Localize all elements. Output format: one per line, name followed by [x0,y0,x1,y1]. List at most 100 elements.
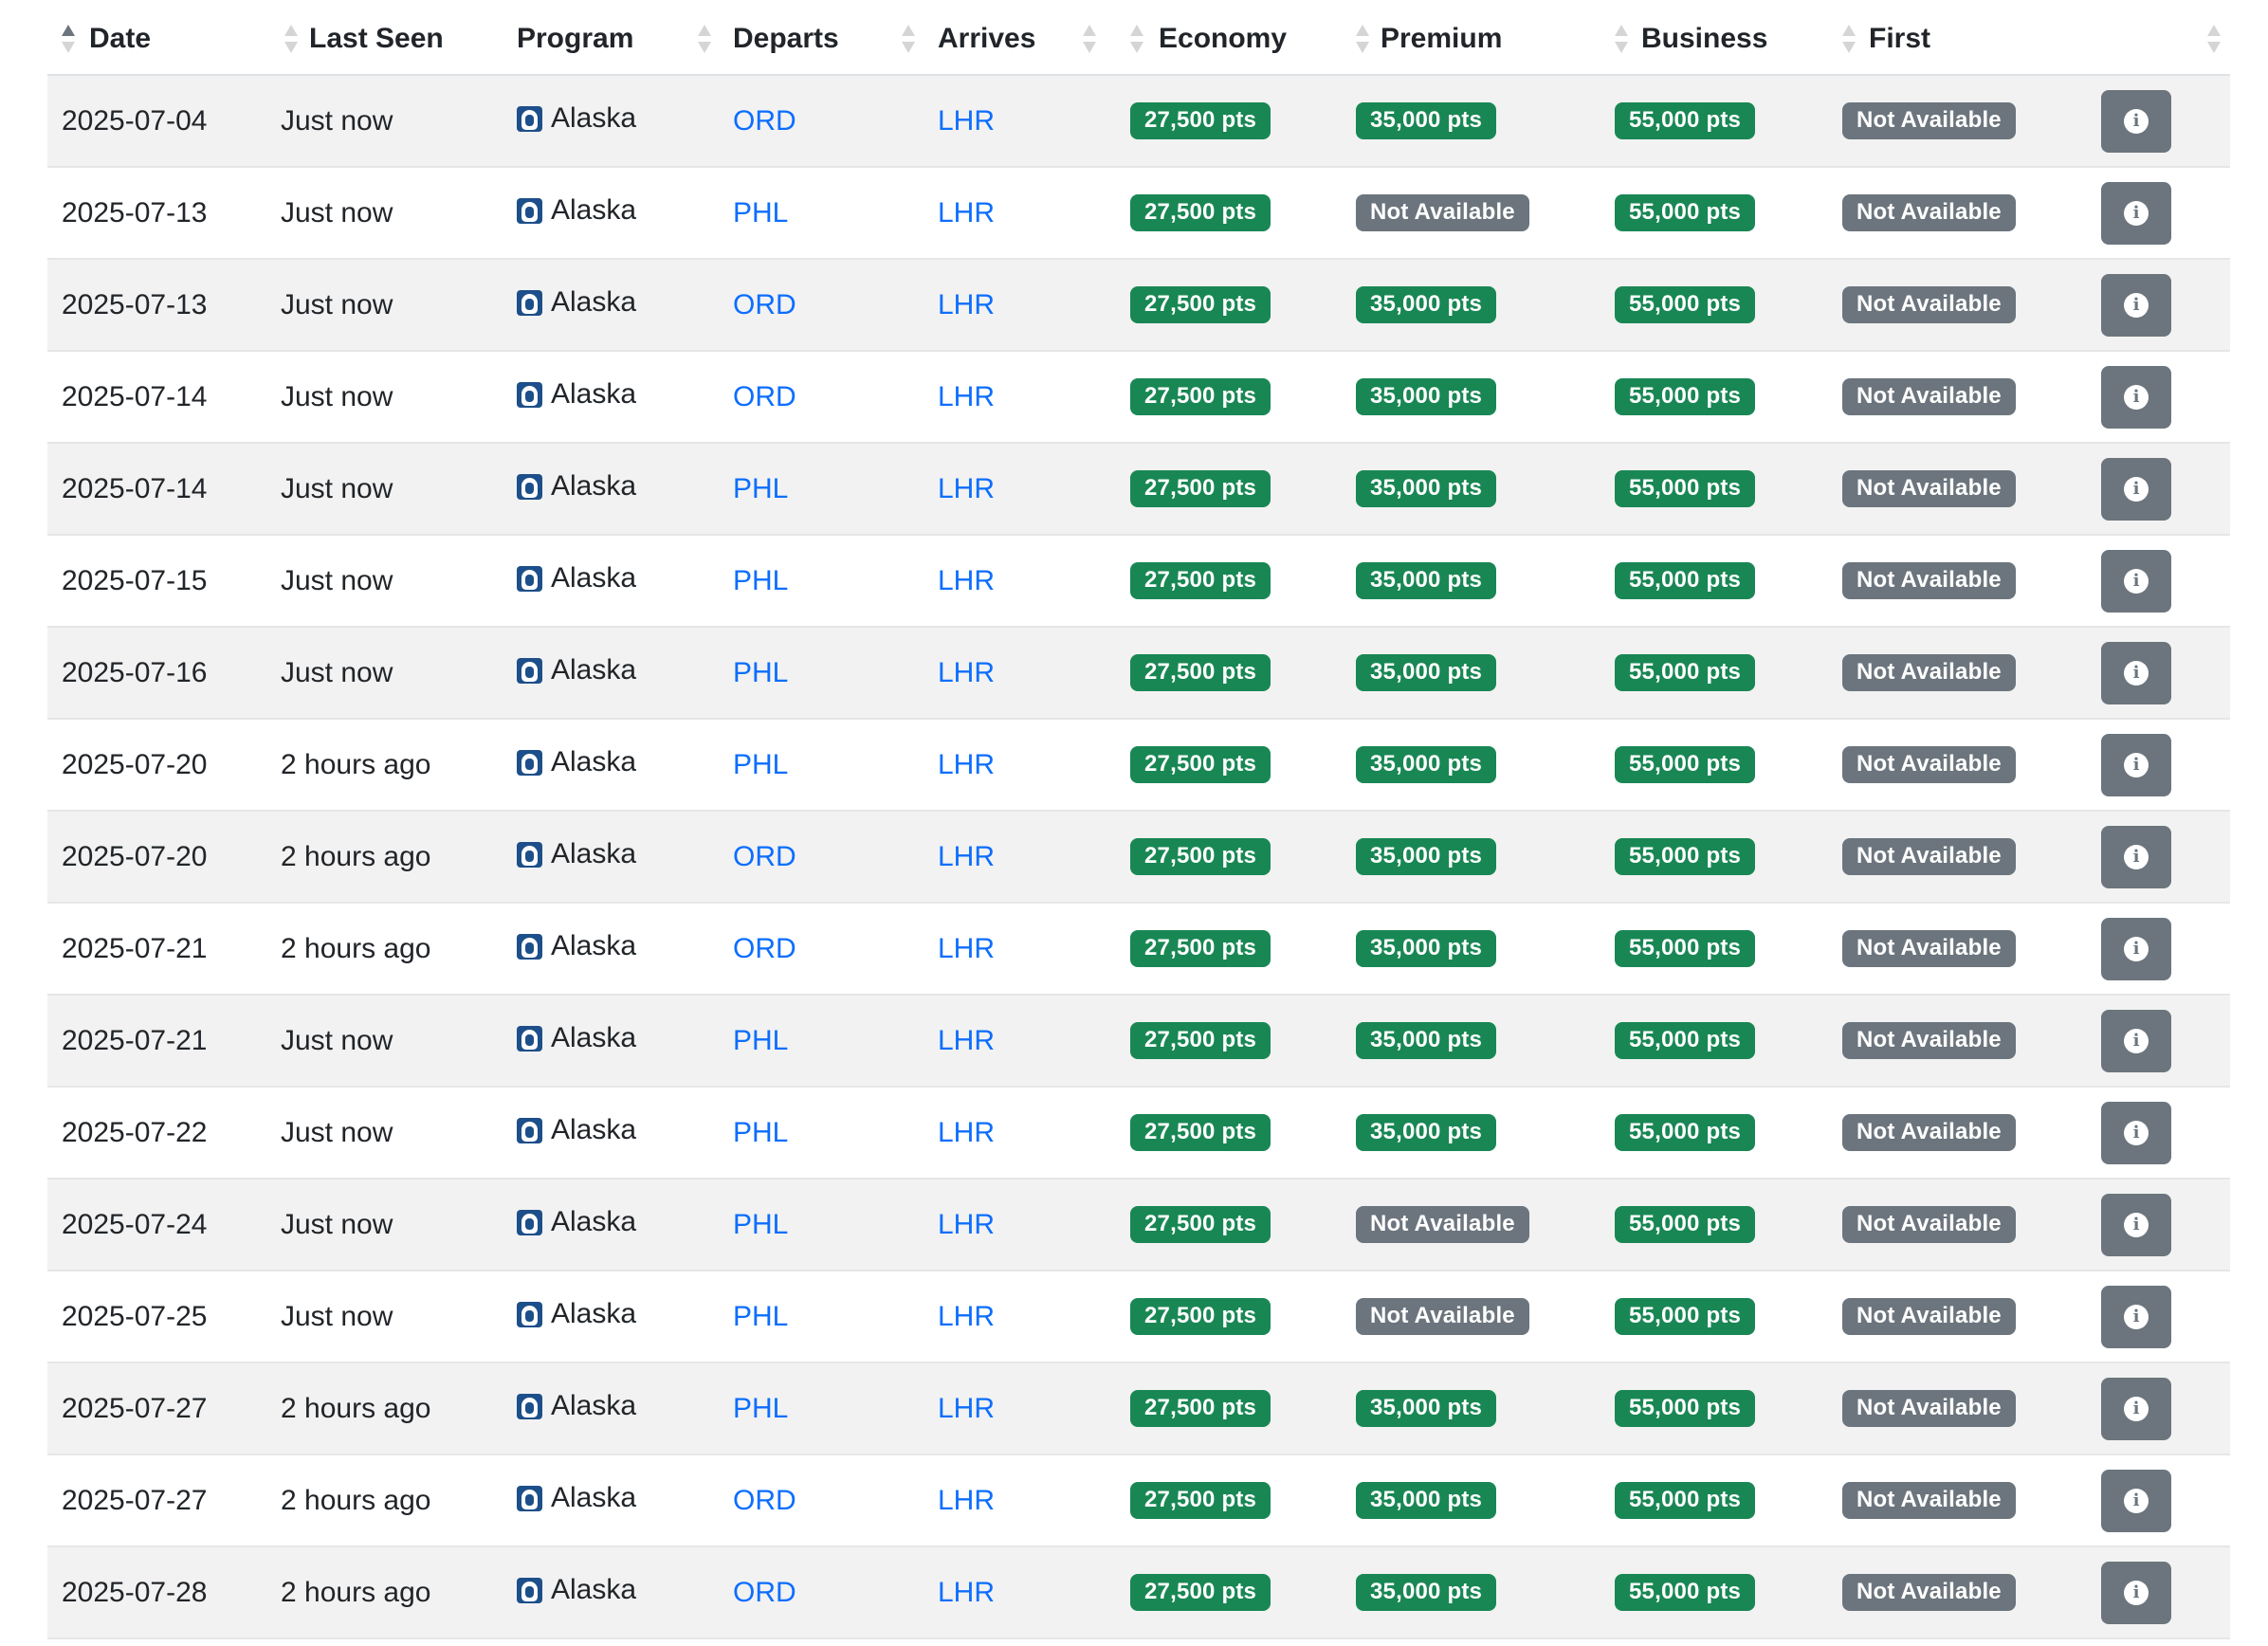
first-cell: Not Available [1842,443,2101,535]
departs-airport-link[interactable]: PHL [733,1393,788,1424]
departs-airport-link[interactable]: PHL [733,657,788,688]
table-row[interactable]: 2025-07-15 Just now Alaska PHL LHR 27,50… [47,535,2230,627]
column-header-label: First [1869,23,1931,54]
info-button[interactable]: i [2101,1193,2171,1256]
info-button[interactable]: i [2101,641,2171,704]
last-seen-cell: Just now [281,656,393,688]
program-name: Alaska [551,838,637,870]
table-row[interactable]: 2025-07-13 Just now Alaska PHL LHR 27,50… [47,167,2230,259]
arrives-airport-link[interactable]: LHR [938,565,995,596]
info-button[interactable]: i [2101,1009,2171,1072]
info-button[interactable]: i [2101,181,2171,245]
info-circle-icon: i [2124,1488,2149,1513]
column-header-actions[interactable] [2101,0,2230,76]
first-badge: Not Available [1842,1298,2016,1335]
departs-airport-link[interactable]: PHL [733,1209,788,1240]
arrives-airport-link[interactable]: LHR [938,1485,995,1516]
premium-badge: 35,000 pts [1356,286,1497,323]
column-header-business[interactable]: Business [1615,0,1842,76]
info-button[interactable]: i [2101,1561,2171,1624]
arrives-airport-link[interactable]: LHR [938,841,995,872]
arrives-airport-link[interactable]: LHR [938,933,995,964]
arrives-airport-link[interactable]: LHR [938,289,995,320]
arrives-airport-link[interactable]: LHR [938,1209,995,1240]
actions-cell: i [2101,75,2230,167]
economy-cell: 27,500 pts [1130,811,1356,903]
column-header-premium[interactable]: Premium [1356,0,1615,76]
table-row[interactable]: 2025-07-25 Just now Alaska PHL LHR 27,50… [47,1271,2230,1363]
column-header-last-seen[interactable]: Last Seen [281,0,517,76]
departs-airport-link[interactable]: ORD [733,1577,796,1608]
business-cell: 55,000 pts [1615,995,1842,1087]
arrives-airport-link[interactable]: LHR [938,473,995,504]
table-row[interactable]: 2025-07-24 Just now Alaska PHL LHR 27,50… [47,1179,2230,1271]
info-button[interactable]: i [2101,273,2171,337]
column-header-arrives[interactable]: Arrives [938,0,1130,76]
table-row[interactable]: 2025-07-27 2 hours ago Alaska ORD LHR 27… [47,1454,2230,1546]
departs-airport-link[interactable]: PHL [733,749,788,780]
arrives-airport-link[interactable]: LHR [938,197,995,229]
info-button[interactable]: i [2101,1285,2171,1348]
program-cell: Alaska [517,1546,733,1638]
arrives-airport-link[interactable]: LHR [938,1301,995,1332]
first-cell: Not Available [1842,811,2101,903]
business-cell: 55,000 pts [1615,1179,1842,1271]
departs-airport-link[interactable]: PHL [733,1025,788,1056]
departs-airport-link[interactable]: ORD [733,105,796,137]
column-header-departs[interactable]: Departs [733,0,938,76]
column-header-date[interactable]: Date [47,0,281,76]
info-button[interactable]: i [2101,365,2171,429]
departs-airport-link[interactable]: PHL [733,473,788,504]
info-button[interactable]: i [2101,825,2171,888]
table-row[interactable]: 2025-07-16 Just now Alaska PHL LHR 27,50… [47,627,2230,719]
table-row[interactable]: 2025-07-21 Just now Alaska PHL LHR 27,50… [47,995,2230,1087]
info-button[interactable]: i [2101,89,2171,153]
column-header-first[interactable]: First [1842,0,2101,76]
info-button[interactable]: i [2101,1101,2171,1164]
actions-cell: i [2101,443,2230,535]
departs-airport-link[interactable]: ORD [733,1485,796,1516]
info-button[interactable]: i [2101,1469,2171,1532]
table-row[interactable]: 2025-07-21 2 hours ago Alaska ORD LHR 27… [47,903,2230,995]
arrives-airport-link[interactable]: LHR [938,381,995,412]
departs-airport-link[interactable]: ORD [733,933,796,964]
departs-airport-link[interactable]: PHL [733,197,788,229]
arrives-airport-link[interactable]: LHR [938,657,995,688]
departs-airport-link[interactable]: PHL [733,1117,788,1148]
arrives-airport-link[interactable]: LHR [938,1025,995,1056]
table-row[interactable]: 2025-07-14 Just now Alaska ORD LHR 27,50… [47,351,2230,443]
economy-cell: 27,500 pts [1130,1546,1356,1638]
departs-airport-link[interactable]: ORD [733,841,796,872]
arrives-cell: LHR [938,1546,1130,1638]
arrives-airport-link[interactable]: LHR [938,105,995,137]
info-button[interactable]: i [2101,733,2171,796]
program-name: Alaska [551,746,637,778]
date-cell: 2025-07-04 [62,104,208,137]
departs-airport-link[interactable]: ORD [733,289,796,320]
arrives-airport-link[interactable]: LHR [938,1577,995,1608]
table-row[interactable]: 2025-07-27 2 hours ago Alaska PHL LHR 27… [47,1363,2230,1454]
departs-airport-link[interactable]: PHL [733,565,788,596]
table-row[interactable]: 2025-07-20 2 hours ago Alaska PHL LHR 27… [47,719,2230,811]
table-row[interactable]: 2025-07-22 Just now Alaska PHL LHR 27,50… [47,1087,2230,1179]
program-cell: Alaska [517,1271,733,1363]
program-cell: Alaska [517,1454,733,1546]
arrives-airport-link[interactable]: LHR [938,1393,995,1424]
table-row[interactable]: 2025-07-04 Just now Alaska ORD LHR 27,50… [47,75,2230,167]
arrives-airport-link[interactable]: LHR [938,749,995,780]
info-button[interactable]: i [2101,917,2171,980]
arrives-airport-link[interactable]: LHR [938,1117,995,1148]
column-header-program[interactable]: Program [517,0,733,76]
departs-airport-link[interactable]: ORD [733,381,796,412]
table-row[interactable]: 2025-07-13 Just now Alaska ORD LHR 27,50… [47,259,2230,351]
info-circle-icon: i [2124,1120,2149,1145]
table-row[interactable]: 2025-07-28 2 hours ago Alaska ORD LHR 27… [47,1546,2230,1638]
info-button[interactable]: i [2101,457,2171,521]
departs-airport-link[interactable]: PHL [733,1301,788,1332]
column-header-economy[interactable]: Economy [1130,0,1356,76]
info-button[interactable]: i [2101,1377,2171,1440]
table-row[interactable]: 2025-07-20 2 hours ago Alaska ORD LHR 27… [47,811,2230,903]
table-row[interactable]: 2025-07-14 Just now Alaska PHL LHR 27,50… [47,443,2230,535]
premium-badge: 35,000 pts [1356,1390,1497,1427]
info-button[interactable]: i [2101,549,2171,613]
